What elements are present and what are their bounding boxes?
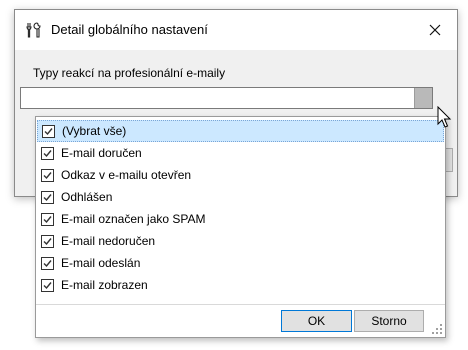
checkbox[interactable]: [41, 278, 54, 292]
checkmark-icon: [43, 149, 52, 157]
checkbox[interactable]: [41, 168, 54, 182]
list-item-label: E-mail doručen: [61, 146, 142, 160]
reaction-types-combo[interactable]: [20, 87, 433, 109]
list-item-label: E-mail zobrazen: [61, 278, 148, 292]
list-item[interactable]: E-mail nedoručen: [37, 230, 444, 252]
list-item[interactable]: Odhlášen: [37, 186, 444, 208]
mouse-pointer-icon: [437, 106, 452, 128]
combo-dropdown-button[interactable]: [414, 88, 432, 108]
checkmark-icon: [43, 193, 52, 201]
list-item[interactable]: E-mail doručen: [37, 142, 444, 164]
dialog-title: Detail globálního nastavení: [51, 22, 208, 37]
checkbox[interactable]: [42, 124, 55, 138]
checkbox[interactable]: [41, 256, 54, 270]
checkmark-icon: [43, 171, 52, 179]
list-item-label: E-mail odeslán: [61, 256, 141, 270]
checkmark-icon: [43, 215, 52, 223]
list-item[interactable]: E-mail odeslán: [37, 252, 444, 274]
checkmark-icon: [43, 259, 52, 267]
checkbox-list: (Vybrat vše) E-mail doručen Odkaz v e-mail…: [36, 120, 445, 296]
list-item-label: Odhlášen: [61, 190, 113, 204]
reaction-types-label: Typy reakcí na profesionální e-maily: [33, 66, 226, 80]
list-item[interactable]: E-mail označen jako SPAM: [37, 208, 444, 230]
list-item-label: E-mail nedoručen: [61, 234, 156, 248]
tools-icon: [26, 22, 41, 38]
close-icon: [429, 24, 441, 36]
list-item-label: Odkaz v e-mailu otevřen: [61, 168, 192, 182]
checkbox[interactable]: [41, 146, 54, 160]
list-item-label: E-mail označen jako SPAM: [61, 212, 206, 226]
ok-button[interactable]: OK: [281, 310, 352, 332]
list-item-label: (Vybrat vše): [62, 124, 127, 138]
cancel-button[interactable]: Storno: [354, 310, 424, 332]
list-item[interactable]: E-mail zobrazen: [37, 274, 444, 296]
list-item[interactable]: (Vybrat vše): [37, 120, 444, 142]
close-button[interactable]: [413, 10, 457, 50]
title-bar: Detail globálního nastavení: [15, 10, 457, 50]
list-item[interactable]: Odkaz v e-mailu otevřen: [37, 164, 444, 186]
resize-grip-icon[interactable]: [431, 323, 443, 335]
reaction-types-dropdown: (Vybrat vše) E-mail doručen Odkaz v e-mail…: [35, 116, 446, 338]
dropdown-footer: OK Storno: [36, 304, 445, 337]
checkbox[interactable]: [41, 212, 54, 226]
checkmark-icon: [44, 127, 53, 135]
checkmark-icon: [43, 237, 52, 245]
checkbox[interactable]: [41, 190, 54, 204]
checkbox[interactable]: [41, 234, 54, 248]
checkmark-icon: [43, 281, 52, 289]
